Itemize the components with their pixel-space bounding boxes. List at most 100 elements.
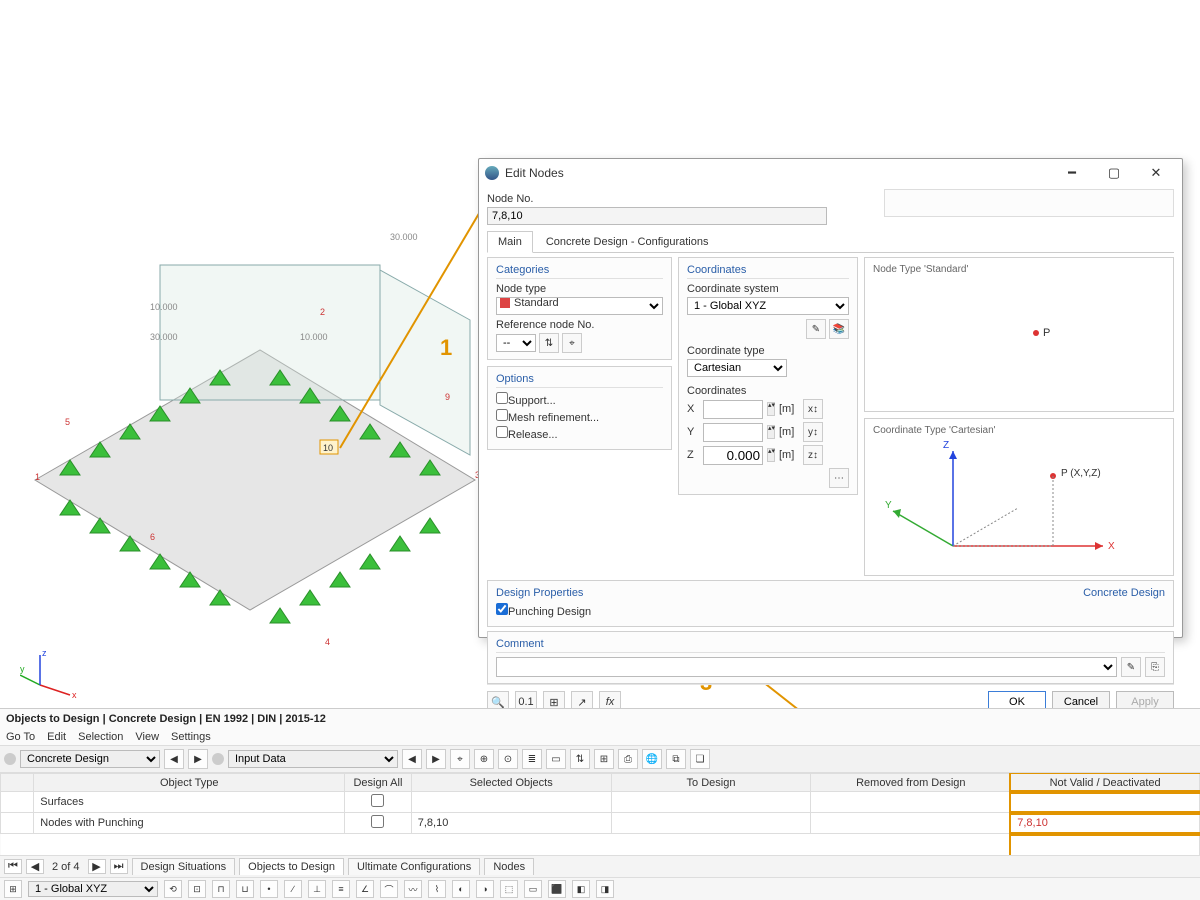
punching-design-checkbox[interactable]: Punching Design	[496, 603, 1165, 618]
dock-menu: Go To Edit Selection View Settings	[0, 729, 1200, 745]
ref-node-select[interactable]: --	[496, 334, 536, 352]
svg-text:6: 6	[150, 532, 155, 542]
sb-i14[interactable]: ◑	[476, 880, 494, 898]
cs-label: Coordinate system	[687, 283, 849, 295]
new-cs-icon[interactable]: ✎	[806, 319, 826, 339]
svg-text:5: 5	[65, 417, 70, 427]
pager-prev-icon[interactable]: ◀	[26, 859, 44, 874]
stepper-icon[interactable]: ⇅	[539, 333, 559, 353]
release-checkbox[interactable]: Release...	[496, 426, 663, 441]
sb-i1[interactable]: ⟲	[164, 880, 182, 898]
node-no-input[interactable]	[487, 207, 827, 225]
sb-i13[interactable]: ◐	[452, 880, 470, 898]
coord-x-input[interactable]	[703, 400, 763, 419]
table-row: Surfaces	[1, 792, 1200, 813]
sb-i12[interactable]: ⌇	[428, 880, 446, 898]
tab-ultimate-config[interactable]: Ultimate Configurations	[348, 858, 480, 875]
pager-last-icon[interactable]: ⏭	[110, 859, 128, 874]
cs-lib-icon[interactable]: 📚	[829, 319, 849, 339]
tb-3[interactable]: ⊙	[498, 749, 518, 769]
pick-node-icon[interactable]: ⌖	[562, 333, 582, 353]
svg-text:z: z	[42, 650, 47, 658]
sb-cs-select[interactable]: 1 - Global XYZ	[28, 881, 158, 897]
menu-goto[interactable]: Go To	[6, 731, 35, 743]
sb-i11[interactable]: 〰	[404, 880, 422, 898]
tab-objects-to-design[interactable]: Objects to Design	[239, 858, 344, 875]
dock-title: Objects to Design | Concrete Design | EN…	[0, 709, 1200, 729]
tb-9[interactable]: 🌐	[642, 749, 662, 769]
sb-i4[interactable]: ⊔	[236, 880, 254, 898]
comment-lib-icon[interactable]: ⎘	[1145, 657, 1165, 677]
comment-select[interactable]	[496, 657, 1117, 677]
sb-i10[interactable]: ⌒	[380, 880, 398, 898]
close-icon[interactable]: ✕	[1136, 161, 1176, 185]
edit-nodes-dialog: Edit Nodes ━ ▢ ✕ Node No. Main Concrete …	[478, 158, 1183, 638]
sb-i17[interactable]: ⬛	[548, 880, 566, 898]
svg-text:10.000: 10.000	[300, 332, 328, 342]
coord-extras-icon[interactable]: ⋯	[829, 468, 849, 488]
coord-y-input[interactable]	[703, 423, 763, 442]
tb-11[interactable]: ❏	[690, 749, 710, 769]
nav-next2-icon[interactable]: ▶	[426, 749, 446, 769]
tab-main[interactable]: Main	[487, 231, 533, 253]
tb-4[interactable]: ≣	[522, 749, 542, 769]
nav-prev-icon[interactable]: ◀	[164, 749, 184, 769]
menu-selection[interactable]: Selection	[78, 731, 123, 743]
pager-next-icon[interactable]: ▶	[88, 859, 106, 874]
comment-edit-icon[interactable]: ✎	[1121, 657, 1141, 677]
tb-1[interactable]: ⌖	[450, 749, 470, 769]
disc-icon	[4, 753, 16, 765]
node-type-select[interactable]	[496, 297, 663, 315]
input-data-dropdown[interactable]: Input Data	[228, 750, 398, 768]
coord-y-icon[interactable]: y↕	[803, 422, 823, 442]
tb-7[interactable]: ⊞	[594, 749, 614, 769]
tb-6[interactable]: ⇅	[570, 749, 590, 769]
sb-i15[interactable]: ⬚	[500, 880, 518, 898]
menu-edit[interactable]: Edit	[47, 731, 66, 743]
design-table[interactable]: Object Type Design All Selected Objects …	[0, 773, 1200, 855]
sb-i7[interactable]: ⊥	[308, 880, 326, 898]
sb-i2[interactable]: ⊡	[188, 880, 206, 898]
tb-8[interactable]: ⎙	[618, 749, 638, 769]
coord-z-input[interactable]	[703, 446, 763, 465]
sb-i16[interactable]: ▭	[524, 880, 542, 898]
sb-i19[interactable]: ◨	[596, 880, 614, 898]
coord-x-icon[interactable]: x↕	[803, 399, 823, 419]
svg-text:30.000: 30.000	[150, 332, 178, 342]
row-designall-checkbox[interactable]	[371, 794, 384, 807]
ct-select[interactable]: Cartesian	[687, 359, 787, 377]
nav-prev2-icon[interactable]: ◀	[402, 749, 422, 769]
tab-design-situations[interactable]: Design Situations	[132, 858, 236, 875]
categories-header: Categories	[496, 264, 663, 279]
ct-label: Coordinate type	[687, 345, 849, 357]
sb-i5[interactable]: •	[260, 880, 278, 898]
status-bar: ⊞ 1 - Global XYZ ⟲ ⊡ ⊓ ⊔ • ∕ ⊥ ≡ ∠ ⌒ 〰 ⌇…	[0, 877, 1200, 900]
mesh-checkbox[interactable]: Mesh refinement...	[496, 409, 663, 424]
tb-5[interactable]: ▭	[546, 749, 566, 769]
sb-i3[interactable]: ⊓	[212, 880, 230, 898]
tb-10[interactable]: ⧉	[666, 749, 686, 769]
tab-nodes[interactable]: Nodes	[484, 858, 534, 875]
tb-2[interactable]: ⊕	[474, 749, 494, 769]
minimize-icon[interactable]: ━	[1052, 161, 1092, 185]
tab-concrete-design[interactable]: Concrete Design - Configurations	[535, 231, 720, 252]
sb-i18[interactable]: ◧	[572, 880, 590, 898]
menu-view[interactable]: View	[135, 731, 159, 743]
dock-tabs: ⏮ ◀ 2 of 4 ▶ ⏭ Design Situations Objects…	[0, 855, 1200, 877]
nav-next-icon[interactable]: ▶	[188, 749, 208, 769]
maximize-icon[interactable]: ▢	[1094, 161, 1134, 185]
sb-i8[interactable]: ≡	[332, 880, 350, 898]
dialog-titlebar[interactable]: Edit Nodes ━ ▢ ✕	[479, 159, 1182, 187]
sb-grid-icon[interactable]: ⊞	[4, 880, 22, 898]
pager-first-icon[interactable]: ⏮	[4, 859, 22, 874]
row-designall-checkbox[interactable]	[371, 815, 384, 828]
support-checkbox[interactable]: Support...	[496, 392, 663, 407]
pager-pos: 2 of 4	[48, 861, 84, 873]
menu-settings[interactable]: Settings	[171, 731, 211, 743]
sb-i9[interactable]: ∠	[356, 880, 374, 898]
sb-i6[interactable]: ∕	[284, 880, 302, 898]
dock-toolbar: Concrete Design ◀ ▶ Input Data ◀ ▶ ⌖ ⊕ ⊙…	[0, 745, 1200, 773]
coord-z-icon[interactable]: z↕	[803, 445, 823, 465]
cs-select[interactable]: 1 - Global XYZ	[687, 297, 849, 315]
design-dropdown[interactable]: Concrete Design	[20, 750, 160, 768]
